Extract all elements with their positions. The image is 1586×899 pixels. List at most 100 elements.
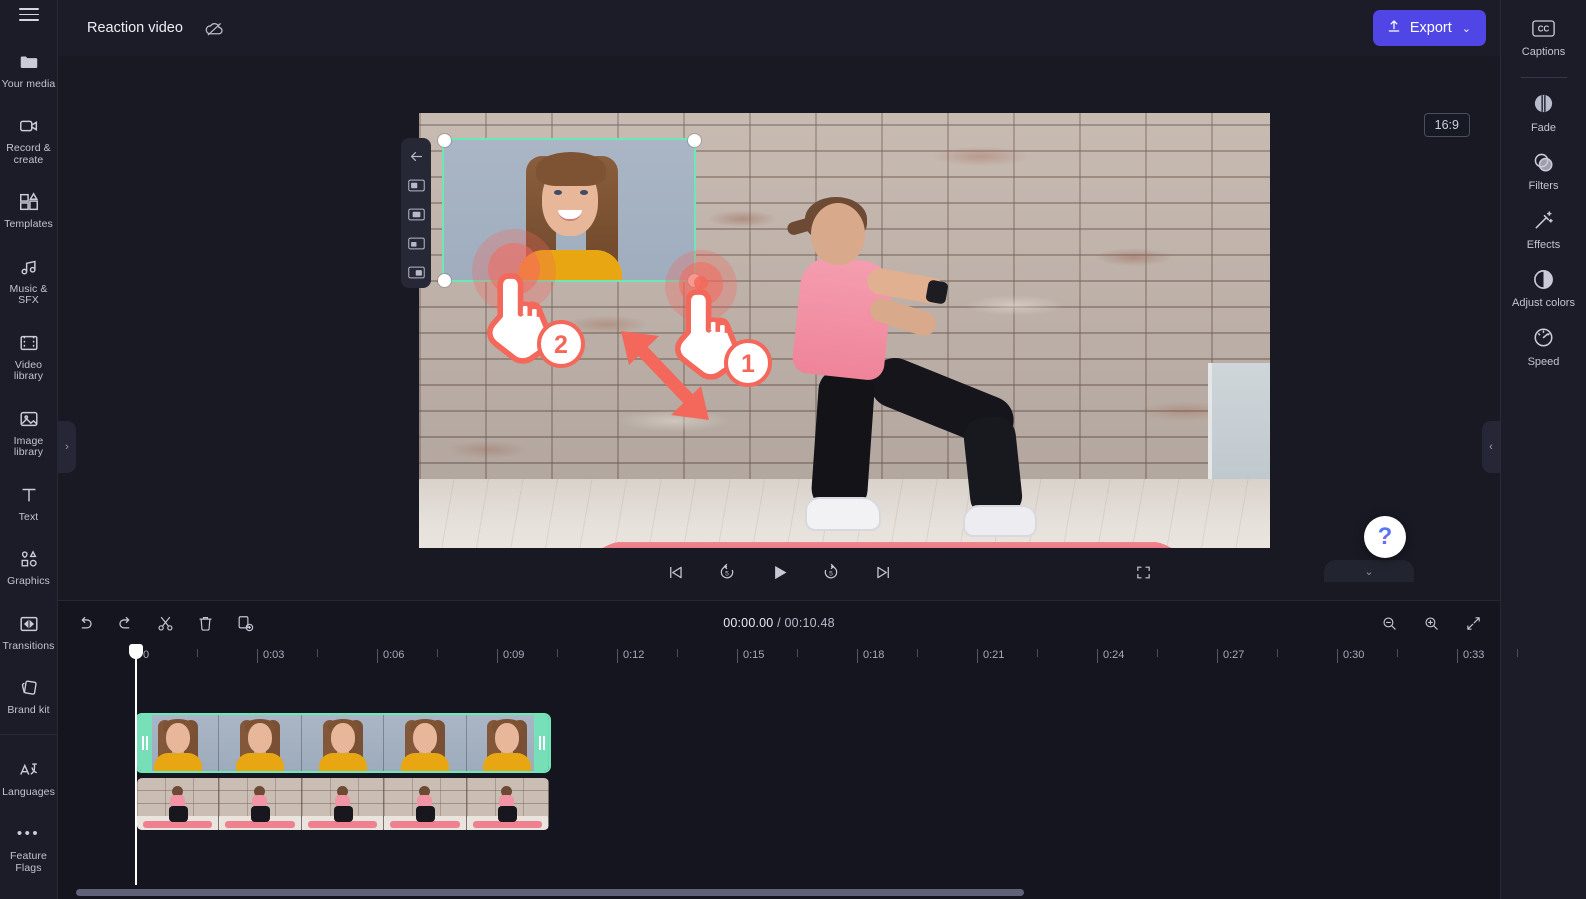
resize-handle-bottom-left[interactable] xyxy=(438,274,451,287)
fit-to-screen-icon[interactable] xyxy=(1460,610,1486,636)
sidebar-item-label: Transitions xyxy=(2,639,55,652)
sidebar-item-label: Adjust colors xyxy=(1512,297,1575,309)
sidebar-item-feature-flags[interactable]: ••• Feature Flags xyxy=(0,815,58,880)
sidebar-item-image-library[interactable]: Image library xyxy=(0,400,58,465)
undo-button[interactable] xyxy=(72,610,98,636)
ruler-tick-label: 0:30 xyxy=(1337,649,1364,663)
delete-button[interactable] xyxy=(192,610,218,636)
timeline-scrollbar-track[interactable] xyxy=(58,887,1500,899)
pip-layout-4-icon[interactable] xyxy=(405,262,427,282)
video-editor-app: Your media Record & create Templates Mus… xyxy=(0,0,1586,899)
collapse-preview-button[interactable]: ⌄ xyxy=(1324,560,1414,582)
sidebar-item-speed[interactable]: Speed xyxy=(1501,318,1586,377)
clip-thumbnails xyxy=(137,715,549,771)
help-button[interactable]: ? xyxy=(1364,516,1406,558)
clip-trim-handle-left[interactable] xyxy=(137,715,152,771)
fullscreen-icon[interactable] xyxy=(1128,557,1158,587)
left-sidebar-bottom: Languages ••• Feature Flags xyxy=(0,733,58,899)
ruler-tick-label: 0:15 xyxy=(737,649,764,663)
ruler-minor-tick xyxy=(1397,649,1398,657)
film-strip-icon xyxy=(17,331,41,355)
sidebar-item-filters[interactable]: Filters xyxy=(1501,142,1586,201)
forward-5s-button[interactable]: 5 xyxy=(816,557,846,587)
arrow-left-icon[interactable] xyxy=(405,146,427,166)
skip-to-end-icon[interactable] xyxy=(868,557,898,587)
timeline-zoom-controls xyxy=(1376,610,1486,636)
main-video-clip[interactable] xyxy=(137,778,549,830)
rewind-5s-button[interactable]: 5 xyxy=(712,557,742,587)
sidebar-item-music-sfx[interactable]: Music & SFX xyxy=(0,248,58,313)
sidebar-item-effects[interactable]: Effects xyxy=(1501,201,1586,260)
more-dots-icon: ••• xyxy=(16,825,41,843)
sidebar-item-label: Image library xyxy=(13,434,44,459)
ruler-tick-label: 0:03 xyxy=(257,649,284,663)
resize-handle-top-left[interactable] xyxy=(438,134,451,147)
ruler-minor-tick xyxy=(917,649,918,657)
zoom-out-icon[interactable] xyxy=(1376,610,1402,636)
adjust-colors-icon xyxy=(1532,267,1556,291)
transitions-icon xyxy=(17,612,41,636)
ruler-tick-mark xyxy=(497,649,498,663)
playhead-handle[interactable] xyxy=(129,644,143,659)
timeline-panel: 00:00.00 / 00:10.48 0 0:03 0:06 0:09 0:1… xyxy=(58,600,1518,899)
chevron-left-icon: ‹ xyxy=(1489,441,1493,453)
sidebar-item-video-library[interactable]: Video library xyxy=(0,324,58,389)
sidebar-item-text[interactable]: Text xyxy=(0,476,58,530)
sidebar-item-templates[interactable]: Templates xyxy=(0,183,58,237)
ruler-minor-tick xyxy=(797,649,798,657)
export-button[interactable]: Export ⌄ xyxy=(1372,10,1486,46)
clip-trim-handle-right[interactable] xyxy=(534,715,549,771)
ruler-tick-mark xyxy=(1217,649,1218,663)
video-camera-icon xyxy=(17,114,41,138)
timeline-toolbar: 00:00.00 / 00:10.48 xyxy=(58,601,1500,645)
sidebar-item-adjust-colors[interactable]: Adjust colors xyxy=(1501,259,1586,318)
editor-main: Reaction video Export ⌄ 2 1 16:9 5 5 00:… xyxy=(58,0,1518,899)
ruler-tick-mark xyxy=(617,649,618,663)
sidebar-item-label: Brand kit xyxy=(7,704,50,717)
effects-wand-icon xyxy=(1532,209,1556,233)
ruler-tick-mark xyxy=(977,649,978,663)
preview-stage: 2 1 16:9 xyxy=(58,56,1500,594)
sidebar-item-graphics[interactable]: Graphics xyxy=(0,540,58,594)
redo-button[interactable] xyxy=(112,610,138,636)
filters-icon xyxy=(1532,150,1556,174)
collapse-right-panel-button[interactable]: ‹ xyxy=(1482,421,1500,473)
resize-handle-top-right[interactable] xyxy=(688,134,701,147)
ruler-tick-mark xyxy=(1457,649,1458,663)
ruler-minor-tick xyxy=(677,649,678,657)
pip-layout-1-icon[interactable] xyxy=(405,175,427,195)
sidebar-item-label: Record & create xyxy=(6,142,51,166)
hamburger-menu-icon[interactable] xyxy=(9,8,49,21)
aspect-ratio-badge[interactable]: 16:9 xyxy=(1423,113,1470,137)
play-button[interactable] xyxy=(764,557,794,587)
top-toolbar: Reaction video Export ⌄ xyxy=(58,0,1500,56)
sidebar-item-captions[interactable]: CC Captions xyxy=(1501,8,1586,67)
cloud-off-icon[interactable] xyxy=(198,12,232,44)
sidebar-item-brand-kit[interactable]: Brand kit xyxy=(0,669,58,723)
music-note-icon xyxy=(17,255,41,279)
duplicate-button[interactable] xyxy=(232,610,258,636)
expand-left-panel-button[interactable]: › xyxy=(58,421,76,473)
timeline-ruler[interactable]: 0 0:03 0:06 0:09 0:12 0:15 0:18 0:21 0:24 0:27 0:3… xyxy=(58,645,1518,671)
project-title-input[interactable]: Reaction video xyxy=(76,13,194,43)
pip-layout-2-icon[interactable] xyxy=(405,204,427,224)
sidebar-item-transitions[interactable]: Transitions xyxy=(0,605,58,659)
playhead[interactable] xyxy=(129,644,143,885)
timeline-scrollbar-thumb[interactable] xyxy=(76,889,1024,896)
sidebar-item-languages[interactable]: Languages xyxy=(0,751,58,805)
skip-to-start-icon[interactable] xyxy=(660,557,690,587)
split-button[interactable] xyxy=(152,610,178,636)
resize-handle-bottom-right[interactable] xyxy=(688,274,701,287)
sidebar-item-your-media[interactable]: Your media xyxy=(0,43,58,97)
sidebar-item-record-create[interactable]: Record & create xyxy=(0,107,58,172)
ruler-tick-label: 0:12 xyxy=(617,649,644,663)
sidebar-item-label: Filters xyxy=(1528,180,1559,192)
ruler-minor-tick xyxy=(317,649,318,657)
zoom-in-icon[interactable] xyxy=(1418,610,1444,636)
overlay-video-clip[interactable] xyxy=(135,713,551,773)
picture-in-picture-overlay[interactable] xyxy=(438,134,701,287)
sidebar-item-fade[interactable]: Fade xyxy=(1501,84,1586,143)
ruler-tick-mark xyxy=(857,649,858,663)
pip-layout-3-icon[interactable] xyxy=(405,233,427,253)
playback-button-group: 5 5 xyxy=(660,557,898,587)
